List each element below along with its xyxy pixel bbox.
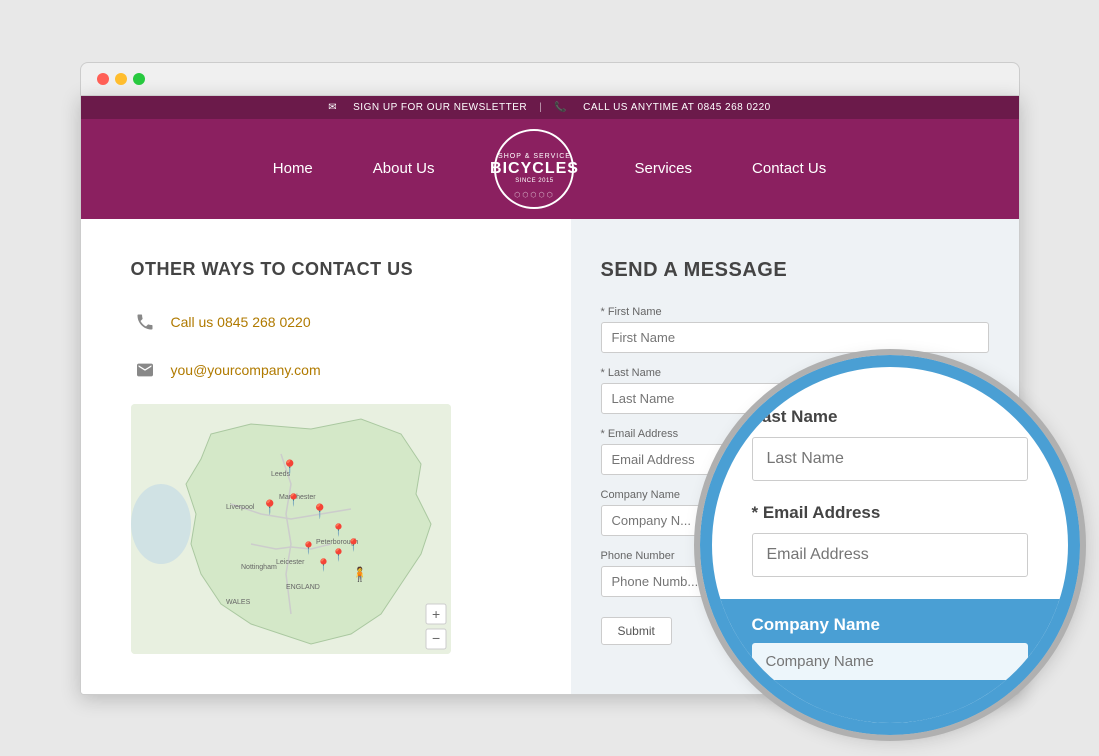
logo-main-text: BICYCLES (490, 160, 579, 178)
newsletter-icon: ✉ (328, 102, 337, 113)
outer-wrapper: ✉ SIGN UP FOR OUR NEWSLETTER | 📞 CALL US… (80, 62, 1020, 695)
svg-text:🧍: 🧍 (351, 566, 368, 583)
svg-text:📍: 📍 (281, 459, 298, 476)
email-contact-item: you@yourcompany.com (131, 356, 531, 384)
magnifier-lastname-group: Last Name (752, 407, 1028, 481)
first-name-group: * First Name (601, 306, 989, 353)
submit-button[interactable]: Submit (601, 617, 672, 645)
map-container: Leeds Liverpool Manchester Leicester Pet… (131, 404, 451, 654)
email-text: you@yourcompany.com (171, 362, 321, 378)
top-bar-divider: | (539, 102, 542, 113)
phone-icon-contact (131, 308, 159, 336)
svg-text:Nottingham: Nottingham (241, 564, 277, 571)
magnifier-company-label: Company Name (752, 615, 1028, 635)
svg-text:📍: 📍 (331, 548, 346, 562)
svg-text:📍: 📍 (261, 499, 278, 516)
first-name-input[interactable] (601, 322, 989, 353)
navigation: Home About Us SHOP & SERVICE BICYCLES SI… (81, 119, 1019, 219)
svg-text:📍: 📍 (301, 541, 316, 555)
magnifier-lastname-input[interactable] (752, 437, 1028, 481)
call-text: CALL US ANYTIME AT 0845 268 0220 (583, 102, 771, 113)
nav-services[interactable]: Services (634, 160, 692, 177)
browser-dot-close[interactable] (97, 73, 109, 85)
magnifier-company-input[interactable] (752, 643, 1028, 680)
svg-text:Leicester: Leicester (276, 559, 305, 566)
top-bar: ✉ SIGN UP FOR OUR NEWSLETTER | 📞 CALL US… (81, 96, 1019, 119)
nav-about[interactable]: About Us (373, 160, 435, 177)
magnifier-email-input[interactable] (752, 533, 1028, 577)
email-icon-contact (131, 356, 159, 384)
logo-bottom-text: SINCE 2015 (515, 178, 553, 184)
svg-text:📍: 📍 (331, 523, 346, 537)
phone-contact-item: Call us 0845 268 0220 (131, 308, 531, 336)
svg-text:−: − (432, 630, 440, 646)
svg-text:WALES: WALES (226, 599, 251, 606)
magnifier-email-group: * Email Address (752, 503, 1028, 577)
browser-dot-minimize[interactable] (115, 73, 127, 85)
svg-text:Liverpool: Liverpool (226, 504, 255, 511)
nav-home[interactable]: Home (273, 160, 313, 177)
send-message-heading: SEND A MESSAGE (601, 259, 989, 282)
magnifier-lastname-label: Last Name (752, 407, 1028, 427)
logo-chain: ⬡⬡⬡⬡⬡ (514, 191, 555, 199)
left-panel-heading: OTHER WAYS TO CONTACT US (131, 259, 531, 280)
browser-chrome (80, 62, 1020, 95)
svg-text:📍: 📍 (346, 538, 361, 552)
magnifier-company-section: Company Name (712, 599, 1068, 723)
svg-text:📍: 📍 (286, 493, 301, 507)
svg-text:📍: 📍 (311, 503, 328, 520)
newsletter-text: SIGN UP FOR OUR NEWSLETTER (353, 102, 527, 113)
phone-icon: 📞 (554, 102, 567, 113)
magnifier-overlay: Last Name * Email Address Company Name (700, 355, 1080, 735)
phone-text: Call us 0845 268 0220 (171, 314, 311, 330)
nav-contact[interactable]: Contact Us (752, 160, 826, 177)
left-panel: OTHER WAYS TO CONTACT US Call us 0845 26… (81, 219, 571, 694)
magnifier-email-label: * Email Address (752, 503, 1028, 523)
logo-top-text: SHOP & SERVICE (498, 153, 571, 160)
svg-text:📍: 📍 (316, 558, 331, 572)
browser-dot-maximize[interactable] (133, 73, 145, 85)
site-logo[interactable]: SHOP & SERVICE BICYCLES SINCE 2015 ⬡⬡⬡⬡⬡ (494, 129, 574, 209)
first-name-label: * First Name (601, 306, 989, 318)
svg-text:ENGLAND: ENGLAND (286, 584, 320, 591)
svg-text:+: + (432, 606, 440, 622)
